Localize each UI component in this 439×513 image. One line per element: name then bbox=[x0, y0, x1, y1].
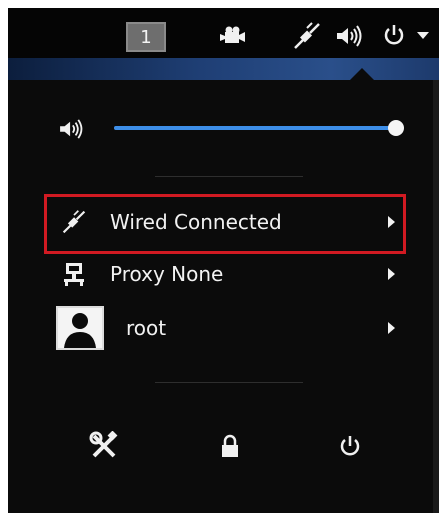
chevron-right-icon bbox=[388, 268, 395, 280]
power-button[interactable] bbox=[332, 430, 368, 466]
settings-icon bbox=[89, 430, 119, 465]
menu-item-wired[interactable]: Wired Connected bbox=[50, 200, 405, 244]
power-icon[interactable] bbox=[380, 21, 408, 49]
camera-icon[interactable] bbox=[218, 22, 248, 50]
divider bbox=[155, 382, 303, 383]
dropdown-arrow-icon[interactable] bbox=[414, 26, 432, 44]
lock-icon bbox=[220, 434, 240, 462]
menu-item-user[interactable]: root bbox=[50, 306, 405, 350]
power-icon bbox=[338, 434, 362, 462]
divider bbox=[155, 176, 303, 177]
menu-item-proxy[interactable]: Proxy None bbox=[50, 252, 405, 296]
volume-slider-handle[interactable] bbox=[388, 120, 404, 136]
workspace-number: 1 bbox=[140, 26, 152, 48]
menu-item-label: root bbox=[126, 316, 167, 340]
proxy-icon bbox=[60, 260, 88, 288]
volume-slider[interactable] bbox=[114, 120, 404, 136]
volume-icon bbox=[58, 118, 84, 140]
network-wired-icon[interactable] bbox=[290, 20, 324, 52]
chevron-right-icon bbox=[388, 216, 395, 228]
top-bar-shadow bbox=[8, 58, 439, 80]
workspace-indicator[interactable]: 1 bbox=[126, 22, 166, 52]
menu-item-label: Proxy None bbox=[110, 262, 224, 286]
chevron-right-icon bbox=[388, 322, 395, 334]
volume-slider-fill bbox=[114, 126, 396, 130]
menu-pointer bbox=[350, 68, 374, 80]
lock-button[interactable] bbox=[212, 430, 248, 466]
network-wired-icon bbox=[60, 208, 88, 236]
screen: 1 Wired Connected Proxy None root bbox=[0, 0, 439, 513]
volume-icon[interactable] bbox=[334, 22, 364, 50]
panel-edge bbox=[433, 80, 439, 513]
menu-item-label: Wired Connected bbox=[110, 210, 282, 234]
settings-button[interactable] bbox=[86, 430, 122, 466]
